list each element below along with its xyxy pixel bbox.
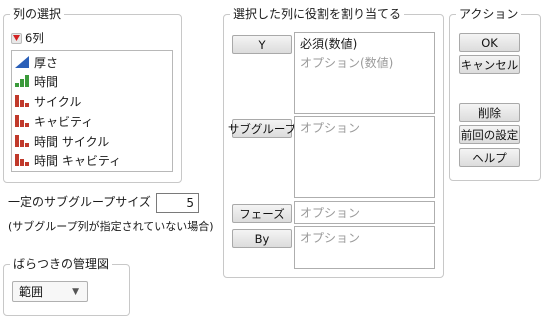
ok-button[interactable]: OK [459, 33, 520, 52]
action-title: アクション [456, 7, 522, 21]
column-label: 時間 キャビティ [34, 153, 122, 168]
y-drop-zone[interactable]: 必須(数値) オプション(数値) [294, 32, 435, 114]
column-count: 6列 [25, 31, 44, 45]
column-item-cycle[interactable]: サイクル [15, 92, 81, 110]
subgroup-size-input[interactable]: 5 [156, 193, 199, 213]
nominal-icon [15, 115, 29, 127]
chevron-down-icon: ▼ [72, 287, 79, 297]
column-item-cavity[interactable]: キャビティ [15, 112, 93, 130]
chart-type-title: ばらつきの管理図 [10, 257, 113, 271]
by-optional-hint: オプション [300, 231, 361, 245]
subgroup-size-label: 一定のサブグループサイズ [8, 195, 151, 209]
y-required-hint: 必須(数値) [300, 37, 358, 51]
nominal-icon [15, 135, 29, 147]
help-button[interactable]: ヘルプ [459, 148, 520, 167]
column-label: 時間 [34, 74, 59, 89]
cast-roles-title: 選択した列に役割を割り当てる [230, 7, 405, 21]
column-label: 時間 サイクル [34, 134, 110, 149]
y-role-button[interactable]: Y [232, 35, 292, 54]
ordinal-icon [15, 75, 29, 87]
column-item-time-cavity[interactable]: 時間 キャビティ [15, 151, 121, 169]
red-triangle-menu-icon[interactable] [11, 32, 22, 44]
subgroup-size-note: (サブグループ列が指定されていない場合) [8, 220, 214, 233]
column-count-row[interactable]: 6列 [11, 30, 44, 46]
column-list[interactable]: 厚さ 時間 サイクル キャビティ 時間 サイクル 時間 キャビティ [11, 50, 173, 172]
nominal-icon [15, 154, 29, 166]
select-columns-title: 列の選択 [10, 7, 65, 21]
chart-type-value: 範囲 [19, 285, 44, 299]
recall-button[interactable]: 前回の設定 [459, 125, 520, 144]
subgroup-role-button[interactable]: サブグループ [228, 119, 296, 138]
phase-drop-zone[interactable]: オプション [294, 201, 435, 224]
column-label: 厚さ [34, 55, 59, 70]
chart-type-select[interactable]: 範囲 ▼ [12, 281, 88, 302]
cancel-button[interactable]: キャンセル [459, 55, 520, 74]
remove-button[interactable]: 削除 [459, 103, 520, 122]
by-role-button[interactable]: By [232, 229, 292, 248]
by-drop-zone[interactable]: オプション [294, 226, 435, 269]
subgroup-optional-hint: オプション [300, 121, 361, 135]
y-optional-hint: オプション(数値) [300, 56, 394, 70]
column-item-thickness[interactable]: 厚さ [15, 53, 58, 71]
continuous-icon [15, 56, 29, 68]
column-item-time-cycle[interactable]: 時間 サイクル [15, 132, 109, 150]
column-item-time[interactable]: 時間 [15, 72, 58, 90]
column-label: サイクル [34, 94, 82, 109]
column-label: キャビティ [34, 114, 94, 129]
phase-optional-hint: オプション [300, 206, 361, 220]
phase-role-button[interactable]: フェーズ [232, 204, 292, 223]
subgroup-drop-zone[interactable]: オプション [294, 116, 435, 198]
nominal-icon [15, 95, 29, 107]
